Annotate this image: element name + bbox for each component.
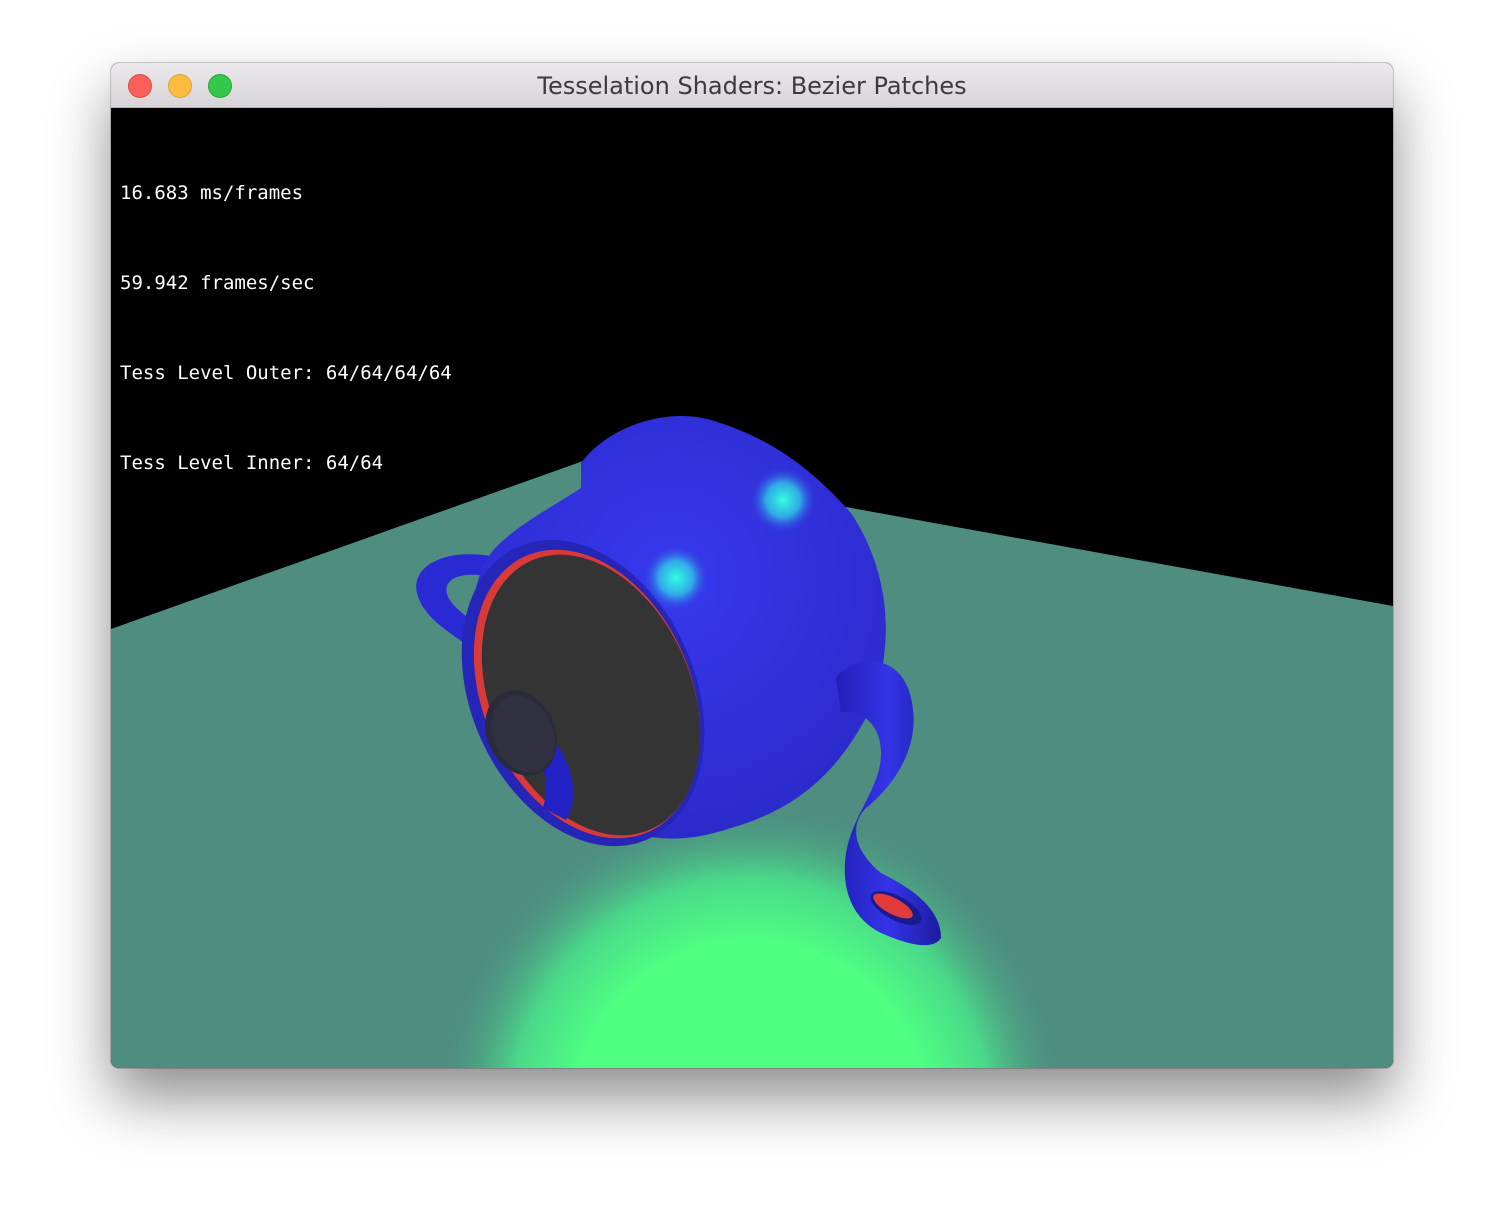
tess-inner-text: Tess Level Inner: 64/64 — [120, 452, 384, 474]
title-bar[interactable]: Tesselation Shaders: Bezier Patches — [111, 63, 1393, 108]
window-title: Tesselation Shaders: Bezier Patches — [537, 72, 967, 100]
fps-text: 59.942 frames/sec — [120, 272, 315, 294]
app-window: Tesselation Shaders: Bezier Patches 16.6… — [111, 63, 1393, 1068]
specular-highlight — [749, 466, 817, 534]
render-viewport[interactable]: 16.683 ms/frames 59.942 frames/sec Tess … — [111, 108, 1393, 1068]
ms-per-frame-text: 16.683 ms/frames — [120, 182, 304, 204]
stats-overlay: 16.683 ms/frames 59.942 frames/sec Tess … — [120, 118, 452, 538]
tess-outer-text: Tess Level Outer: 64/64/64/64 — [120, 362, 452, 384]
specular-highlight — [642, 544, 710, 612]
